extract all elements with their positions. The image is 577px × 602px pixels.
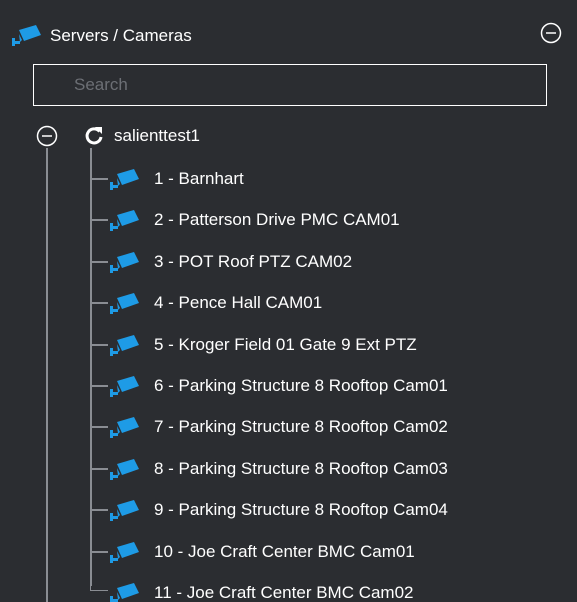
tree-branch [90, 468, 108, 470]
camera-label: 4 - Pence Hall CAM01 [154, 293, 323, 312]
camera-item[interactable]: 1 - Barnhart [90, 164, 560, 194]
tree-branch [90, 219, 108, 221]
tree-branch [90, 344, 108, 346]
tree-branch [90, 261, 108, 263]
camera-item[interactable]: 8 - Parking Structure 8 Rooftop Cam03 [90, 454, 560, 484]
camera-item[interactable]: 4 - Pence Hall CAM01 [90, 288, 560, 318]
camera-label: 1 - Barnhart [154, 169, 244, 188]
security-camera-icon [110, 416, 140, 438]
camera-item[interactable]: 10 - Joe Craft Center BMC Cam01 [90, 537, 560, 567]
security-camera-icon [110, 168, 140, 190]
camera-label: 3 - POT Roof PTZ CAM02 [154, 252, 353, 271]
security-camera-icon [12, 25, 41, 46]
camera-label: 6 - Parking Structure 8 Rooftop Cam01 [154, 376, 448, 395]
security-camera-icon [110, 499, 140, 521]
camera-item[interactable]: 7 - Parking Structure 8 Rooftop Cam02 [90, 412, 560, 442]
tree-branch [90, 426, 108, 428]
camera-item[interactable]: 3 - POT Roof PTZ CAM02 [90, 247, 560, 277]
tree-branch [90, 385, 108, 387]
security-camera-icon [110, 334, 140, 356]
camera-item[interactable]: 6 - Parking Structure 8 Rooftop Cam01 [90, 371, 560, 401]
tree-branch [90, 178, 108, 180]
security-camera-icon [110, 458, 140, 480]
security-camera-icon [110, 375, 140, 397]
tree-branch [90, 509, 108, 511]
refresh-icon[interactable] [84, 125, 104, 147]
tree-end-branch [90, 577, 108, 591]
tree-branch [90, 302, 108, 304]
security-camera-icon [110, 251, 140, 273]
security-camera-icon [110, 209, 140, 231]
minus-circle-icon[interactable] [540, 22, 562, 44]
minus-circle-icon[interactable] [36, 125, 58, 147]
security-camera-icon [110, 582, 140, 602]
camera-label: 7 - Parking Structure 8 Rooftop Cam02 [154, 417, 448, 436]
tree-branch [90, 551, 108, 553]
tree-root-line [46, 148, 48, 602]
server-node[interactable]: salienttest1 [32, 122, 552, 152]
camera-item[interactable]: 2 - Patterson Drive PMC CAM01 [90, 205, 560, 235]
search-box [33, 64, 547, 106]
camera-label: 5 - Kroger Field 01 Gate 9 Ext PTZ [154, 335, 417, 354]
security-camera-icon [110, 541, 140, 563]
camera-label: 11 - Joe Craft Center BMC Cam02 [154, 583, 414, 602]
camera-item[interactable]: 5 - Kroger Field 01 Gate 9 Ext PTZ [90, 330, 560, 360]
camera-label: 10 - Joe Craft Center BMC Cam01 [154, 542, 415, 561]
camera-label: 9 - Parking Structure 8 Rooftop Cam04 [154, 500, 448, 519]
server-name: salienttest1 [114, 126, 200, 145]
search-input[interactable] [34, 65, 546, 105]
panel-header: Servers / Cameras [0, 0, 577, 60]
camera-label: 8 - Parking Structure 8 Rooftop Cam03 [154, 459, 448, 478]
servers-cameras-panel: Servers / Cameras salienttest1 1 - Barnh… [0, 0, 577, 602]
security-camera-icon [110, 292, 140, 314]
panel-title: Servers / Cameras [50, 26, 192, 45]
camera-item[interactable]: 9 - Parking Structure 8 Rooftop Cam04 [90, 495, 560, 525]
camera-label: 2 - Patterson Drive PMC CAM01 [154, 210, 400, 229]
camera-item[interactable]: 11 - Joe Craft Center BMC Cam02 [90, 578, 560, 602]
